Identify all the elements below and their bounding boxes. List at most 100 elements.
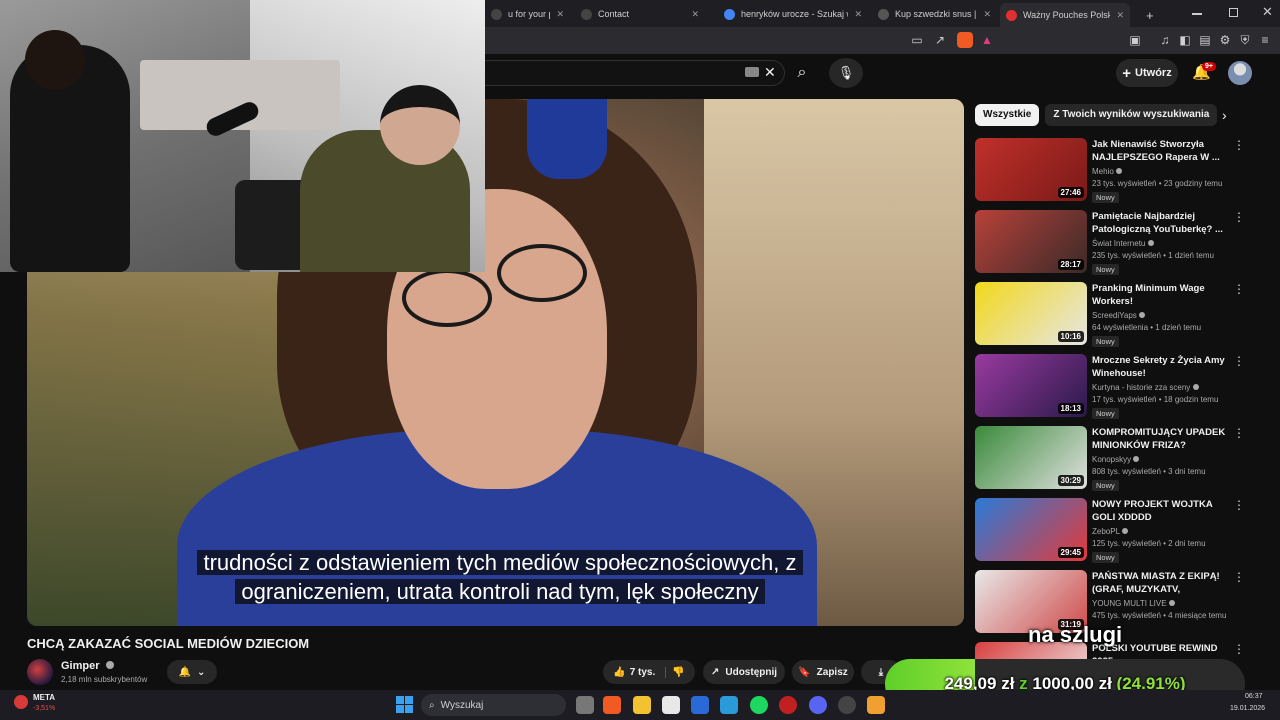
file-explorer-icon[interactable]: [633, 696, 651, 714]
recommendation-title[interactable]: Pamiętacie Najbardziej Patologiczną YouT…: [1092, 210, 1232, 236]
keyboard-icon[interactable]: [745, 67, 759, 77]
recommendation-title[interactable]: Pranking Minimum Wage Workers!: [1092, 282, 1232, 308]
video-thumbnail[interactable]: 29:45: [975, 498, 1087, 561]
vpn-icon[interactable]: ⛨: [1238, 33, 1252, 47]
recommendation-channel[interactable]: Mehio: [1092, 167, 1123, 176]
recommendation-channel[interactable]: ScreediYaps: [1092, 311, 1145, 320]
task-view-icon[interactable]: [576, 696, 594, 714]
search-input[interactable]: [485, 60, 785, 86]
more-options-icon[interactable]: ⋮: [1233, 643, 1245, 655]
recommendation-channel[interactable]: ZeboPL: [1092, 527, 1128, 536]
taskbar-search[interactable]: ⌕ Wyszukaj: [421, 694, 566, 716]
spotify-app-icon[interactable]: [750, 696, 768, 714]
close-tab-icon[interactable]: ✕: [854, 9, 862, 20]
close-tab-icon[interactable]: ✕: [556, 9, 564, 20]
recommendation-title[interactable]: Mroczne Sekrety z Życia Amy Winehouse!: [1092, 354, 1232, 380]
favicon-icon: [1006, 9, 1017, 21]
recommendation-item[interactable]: 10:16 Pranking Minimum Wage Workers! Scree…: [975, 282, 1255, 348]
stream-overlay-caption: na szlugi: [1028, 622, 1123, 647]
like-button[interactable]: 👍 7 tys.: [613, 666, 667, 678]
menu-icon[interactable]: ≡: [1258, 33, 1272, 47]
bookmark-icon: 🔖: [798, 666, 811, 678]
subscription-bell-button[interactable]: 🔔 ⌄: [167, 660, 217, 684]
video-thumbnail[interactable]: 10:16: [975, 282, 1087, 345]
wallet-icon[interactable]: ▤: [1198, 33, 1212, 47]
store-app-icon[interactable]: [662, 696, 680, 714]
share-button[interactable]: ↗ Udostępnij: [703, 660, 785, 684]
sidebar-toggle-icon[interactable]: ▣: [1128, 33, 1142, 47]
more-options-icon[interactable]: ⋮: [1233, 427, 1245, 439]
recommendation-item[interactable]: 27:46 Jak Nienawiść Stworzyła NAJLEPSZEGO…: [975, 138, 1255, 204]
obs-app-icon[interactable]: [779, 696, 797, 714]
windows-start-icon[interactable]: [396, 696, 413, 713]
brave-shield-icon[interactable]: [957, 32, 973, 48]
microphone-icon[interactable]: 🎙: [829, 58, 863, 88]
share-label: Udostępnij: [725, 666, 778, 678]
reading-list-icon[interactable]: ◧: [1178, 33, 1192, 47]
browser-tab[interactable]: Contact ✕: [575, 4, 705, 24]
recommendation-title[interactable]: KOMPROMITUJĄCY UPADEK MINIONKÓW FRIZA? (…: [1092, 426, 1232, 452]
extensions-icon[interactable]: ⚙: [1218, 33, 1232, 47]
close-window-icon[interactable]: ✕: [1262, 4, 1273, 20]
close-tab-icon[interactable]: ✕: [983, 9, 991, 20]
chip-all[interactable]: Wszystkie: [975, 104, 1040, 126]
share-page-icon[interactable]: ↗: [933, 33, 947, 47]
media-icon[interactable]: ♫: [1158, 33, 1172, 47]
more-options-icon[interactable]: ⋮: [1233, 355, 1245, 367]
recommendation-channel[interactable]: Świat Internetu: [1092, 239, 1154, 248]
recommendation-title[interactable]: PAŃSTWA MIASTA Z EKIPĄ! (GRAF, MUZYKATV,…: [1092, 570, 1232, 596]
more-options-icon[interactable]: ⋮: [1233, 571, 1245, 583]
photos-app-icon[interactable]: [720, 696, 738, 714]
close-tab-icon[interactable]: ✕: [1116, 10, 1124, 21]
recommendation-channel[interactable]: Konopskyy: [1092, 455, 1140, 464]
recommendation-channel[interactable]: Kurtyna - historie zza sceny: [1092, 383, 1199, 392]
minimize-icon[interactable]: [1192, 13, 1202, 15]
chatgpt-app-icon[interactable]: [838, 696, 856, 714]
video-thumbnail[interactable]: 18:13: [975, 354, 1087, 417]
recommendation-title[interactable]: NOWY PROJEKT WOJTKA GOLI XDDDD: [1092, 498, 1232, 524]
recommendation-item[interactable]: 29:45 NOWY PROJEKT WOJTKA GOLI XDDDD ZeboP…: [975, 498, 1255, 564]
recommendation-channel[interactable]: YOUNG MULTI LIVE: [1092, 599, 1175, 608]
tab-label: Contact: [598, 9, 630, 19]
recommendation-item[interactable]: 18:13 Mroczne Sekrety z Życia Amy Winehou…: [975, 354, 1255, 420]
browser-tab[interactable]: Ważny Pouches Polska Kod Rab ✕: [1000, 3, 1130, 27]
brave-rewards-icon[interactable]: ▲: [980, 33, 994, 47]
more-options-icon[interactable]: ⋮: [1233, 211, 1245, 223]
recommendation-meta: 64 wyświetlenia • 1 dzień temu: [1092, 323, 1202, 332]
channel-name[interactable]: Gimper: [61, 660, 114, 672]
chevron-right-icon[interactable]: ›: [1222, 107, 1227, 123]
recommendation-item[interactable]: 30:29 KOMPROMITUJĄCY UPADEK MINIONKÓW FRI…: [975, 426, 1255, 492]
discord-app-icon[interactable]: [809, 696, 827, 714]
recommendation-item[interactable]: 28:17 Pamiętacie Najbardziej Patologiczną…: [975, 210, 1255, 276]
recommendation-title[interactable]: Jak Nienawiść Stworzyła NAJLEPSZEGO Rape…: [1092, 138, 1232, 164]
tab-label: henryków urocze - Szukaj w Go: [741, 9, 848, 19]
app-icon[interactable]: [867, 696, 885, 714]
video-thumbnail[interactable]: 28:17: [975, 210, 1087, 273]
user-avatar[interactable]: [1228, 61, 1252, 85]
clear-search-icon[interactable]: ✕: [764, 64, 776, 81]
stock-widget-icon[interactable]: [14, 695, 28, 709]
brave-app-icon[interactable]: [603, 696, 621, 714]
save-button[interactable]: 🔖 Zapisz: [792, 660, 854, 684]
maximize-icon[interactable]: [1229, 8, 1238, 17]
search-icon[interactable]: ⌕: [786, 58, 818, 88]
stock-name: META: [33, 693, 56, 702]
close-tab-icon[interactable]: ✕: [691, 9, 699, 20]
more-options-icon[interactable]: ⋮: [1233, 139, 1245, 151]
plus-icon: +: [1122, 64, 1132, 82]
browser-tab[interactable]: Kup szwedzki snus | Zamów sn ✕: [872, 4, 997, 24]
new-badge: Nowy: [1092, 192, 1119, 203]
video-thumbnail[interactable]: 27:46: [975, 138, 1087, 201]
channel-avatar[interactable]: [27, 659, 53, 685]
create-button[interactable]: + Utwórz: [1116, 59, 1178, 87]
more-options-icon[interactable]: ⋮: [1233, 499, 1245, 511]
chip-from-search[interactable]: Z Twoich wyników wyszukiwania: [1045, 104, 1218, 126]
browser-tab[interactable]: u for your purchase! ✕: [485, 4, 570, 24]
outlook-app-icon[interactable]: [691, 696, 709, 714]
thumbs-down-icon[interactable]: 👎: [672, 667, 684, 678]
video-thumbnail[interactable]: 30:29: [975, 426, 1087, 489]
more-options-icon[interactable]: ⋮: [1233, 283, 1245, 295]
cast-icon[interactable]: ▭: [910, 33, 924, 47]
new-tab-button[interactable]: +: [1140, 5, 1160, 25]
browser-tab[interactable]: henryków urocze - Szukaj w Go ✕: [718, 4, 868, 24]
